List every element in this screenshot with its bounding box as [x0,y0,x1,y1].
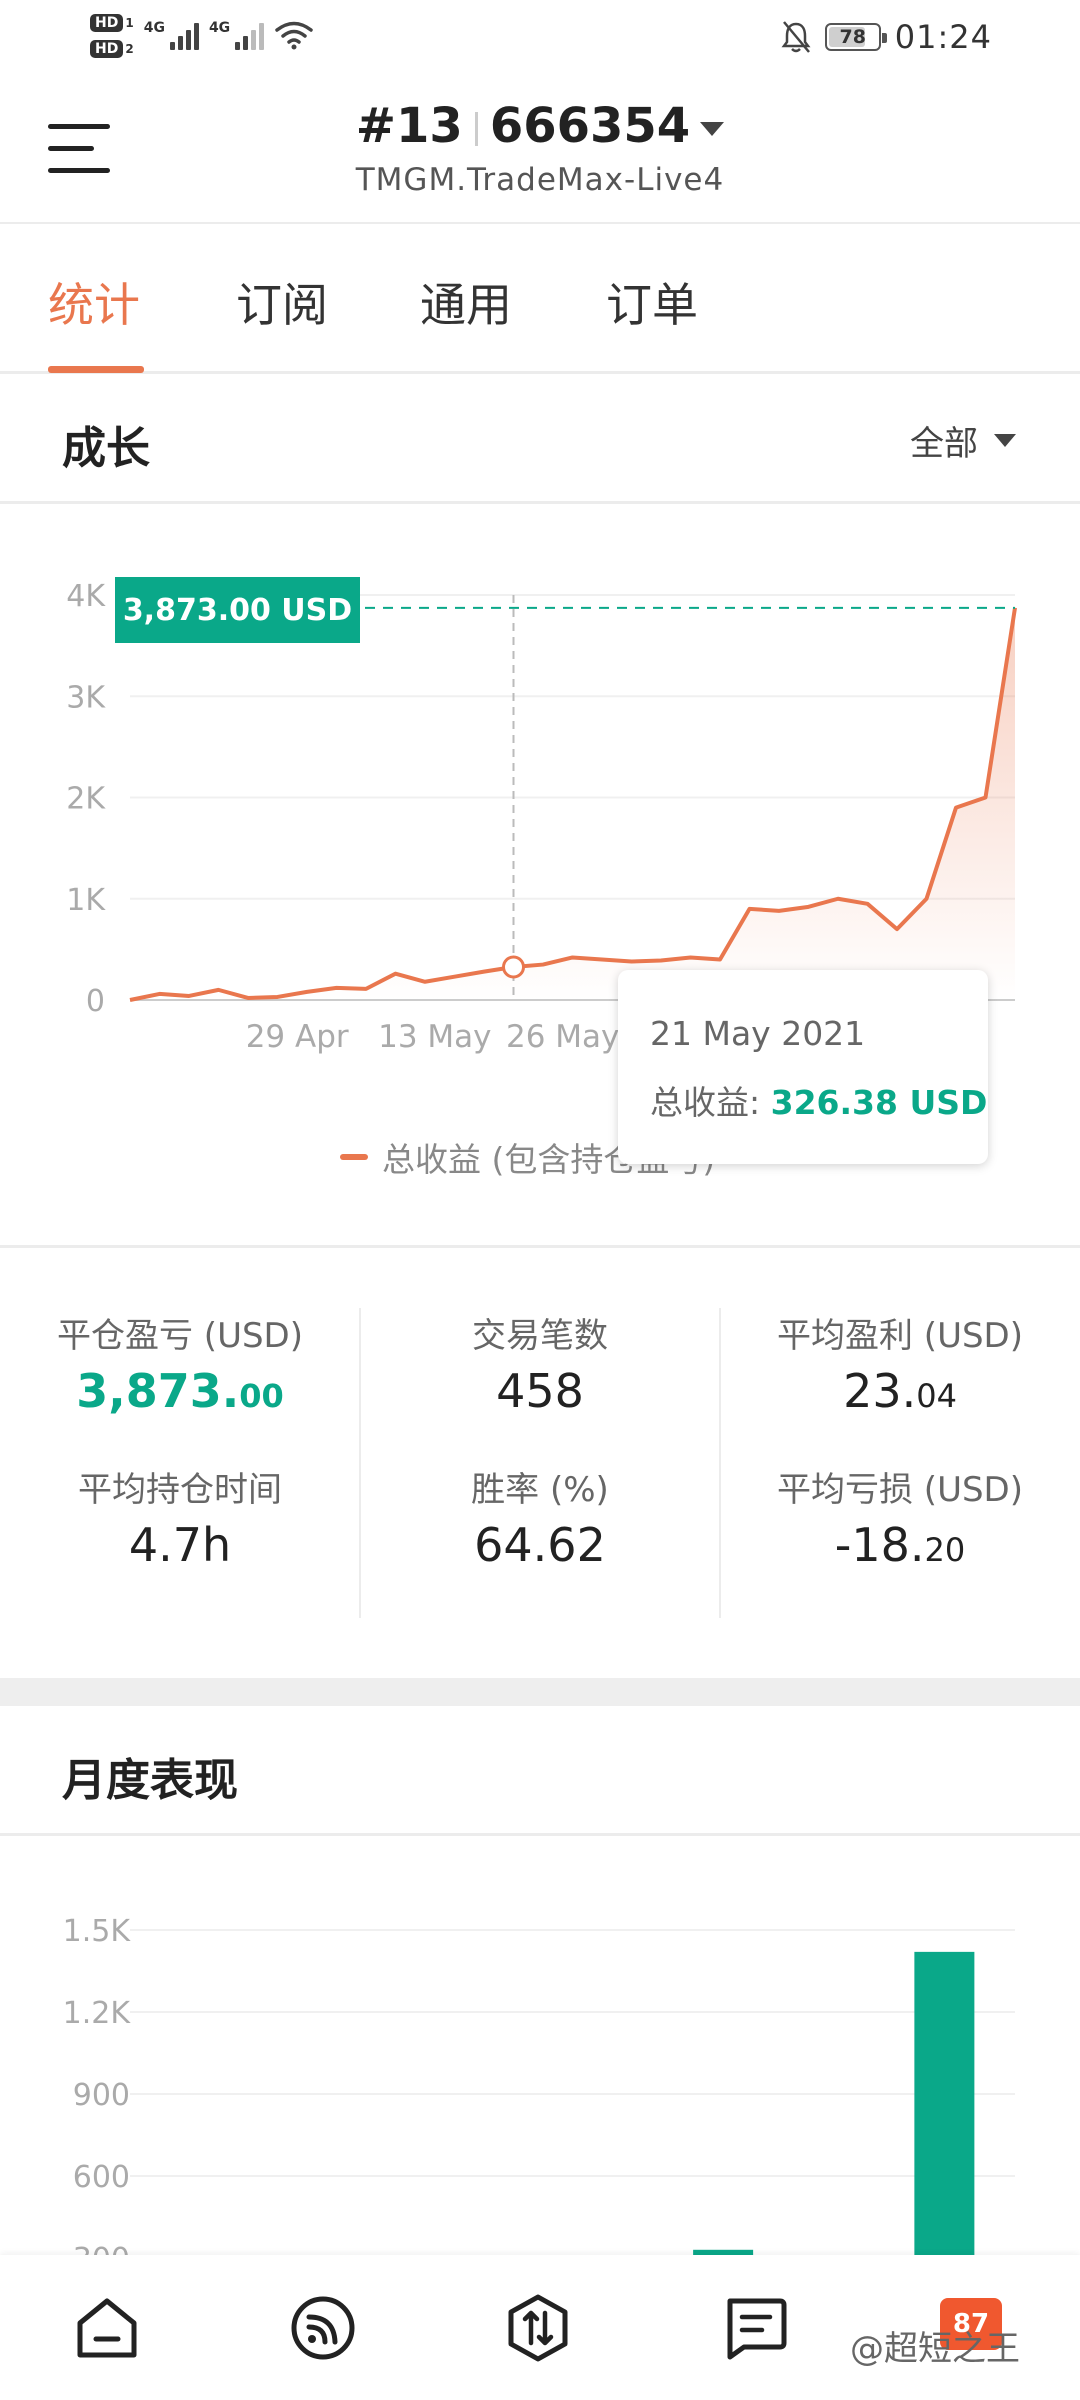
network-2-label: 4G [208,20,231,36]
tab-general[interactable]: 通用 [420,269,512,335]
growth-title: 成长 [62,423,150,474]
monthly-title: 月度表现 [62,1755,238,1806]
x-tick-label: 29 Apr [246,1019,349,1055]
stat-value-main: 23. [843,1364,917,1418]
battery-level: 78 [839,26,866,48]
status-bar: HD 1 HD 2 4G 4G 78 01:24 [0,0,1080,80]
signal-feed-icon[interactable] [288,2293,358,2363]
period-selector[interactable]: 全部 [910,416,1016,465]
account-separator [474,112,478,146]
stats-grid: 平仓盈亏 (USD) 3,873.00 平均持仓时间 4.7h 交易笔数 458… [0,1245,1080,1680]
battery-icon: 78 [824,23,887,51]
stat-value: -18.20 [720,1518,1080,1580]
caret-down-icon [700,122,725,136]
stats-column-3: 平均盈利 (USD) 23.04 平均亏损 (USD) -18.20 [720,1308,1080,1580]
period-selector-label: 全部 [910,424,978,464]
stat-value-decimals: 04 [916,1377,957,1415]
bottom-nav: 87 @超短之王 [0,2255,1080,2400]
stat-value: 458 [360,1364,720,1426]
y-tick-label: 1K [66,883,106,918]
message-icon[interactable] [720,2293,790,2363]
growth-header: 成长 全部 [0,374,1080,504]
network-1-label: 4G [143,20,165,36]
stat-label: 平均亏损 (USD) [777,1470,1023,1510]
bell-muted-icon [781,21,811,53]
status-time: 01:24 [894,18,992,56]
stat-value: 23.04 [720,1364,1080,1426]
wifi-icon [275,21,313,50]
tooltip-label: 总收益: [650,1083,761,1122]
monthly-chart[interactable]: 300 600 900 1.2K 1.5K [0,1840,1080,2340]
y-tick-label: 1.2K [63,1996,132,2031]
sim1-indicator: HD 1 [90,12,134,32]
y-tick-label: 4K [66,579,106,614]
stat-value: 64.62 [360,1518,720,1580]
monthly-header: 月度表现 [0,1706,1080,1836]
stat-value-decimals: 00 [239,1377,284,1415]
y-tick-label: 600 [73,2160,130,2195]
y-tick-label: 3K [66,680,106,715]
stat-label: 胜率 (%) [471,1470,609,1510]
sim2-number: 2 [125,42,134,56]
stat-label: 平均盈利 (USD) [777,1316,1023,1356]
bar [914,1951,975,2340]
tab-stats[interactable]: 统计 [48,269,140,335]
trade-icon[interactable] [503,2293,573,2363]
status-left: HD 1 HD 2 4G 4G [90,12,314,58]
tab-bar: 统计 订阅 通用 订单 [0,222,1080,374]
series-area [130,607,1015,1000]
y-tick-label: 1.5K [63,1914,132,1949]
signal-1-icon: 4G [144,20,199,50]
legend-swatch [340,1154,368,1160]
sim-indicators: HD 1 HD 2 [90,12,134,58]
y-tick-label: 2K [66,782,106,817]
stat-value-main: -18. [834,1518,925,1572]
tooltip-value: 326.38 USD [770,1083,988,1122]
stat-value-main: 4.7h [128,1518,232,1572]
peak-value-label: 3,873.00 USD [115,577,360,643]
x-tick-label: 13 May [378,1019,491,1055]
sim2-hd-label: HD [90,40,124,58]
sim1-number: 1 [125,16,134,30]
stat-label: 平均持仓时间 [78,1470,282,1510]
sim2-indicator: HD 2 [90,38,134,58]
stat-label: 交易笔数 [472,1316,608,1356]
stat-value-decimals: 20 [924,1531,966,1569]
app-header: #13 666354 TMGM.TradeMax-Live4 [0,80,1080,220]
stat-value: 4.7h [0,1518,360,1580]
tab-subscribe[interactable]: 订阅 [236,269,328,335]
account-number: 666354 [489,98,691,154]
tab-orders[interactable]: 订单 [606,269,698,335]
stat-value-main: 458 [496,1364,584,1418]
signal-2-icon: 4G [208,20,265,50]
stat-value-main: 3,873. [76,1364,240,1418]
watermark: @超短之王 [850,2329,1020,2369]
highlight-point [502,955,525,979]
y-tick-label: 0 [86,984,105,1019]
sim1-hd-label: HD [90,14,124,32]
monthly-chart-svg[interactable]: 3006009001.2K1.5K [0,1840,1080,2340]
active-tab-indicator [48,366,144,373]
chart-tooltip: 21 May 2021 总收益: 326.38 USD [618,970,988,1164]
server-name: TMGM.TradeMax-Live4 [355,162,725,198]
y-tick-label: 900 [73,2078,130,2113]
status-right: 78 01:24 [781,18,992,56]
account-selector[interactable]: #13 666354 [0,98,1080,154]
stats-column-1: 平仓盈亏 (USD) 3,873.00 平均持仓时间 4.7h [0,1308,360,1580]
stat-value: 3,873.00 [0,1364,360,1426]
stat-label: 平仓盈亏 (USD) [57,1316,303,1356]
stats-column-2: 交易笔数 458 胜率 (%) 64.62 [360,1308,720,1580]
stat-value-main: 64.62 [474,1518,606,1572]
x-tick-label: 26 May [506,1019,619,1055]
section-separator [0,1678,1080,1706]
tooltip-row: 总收益: 326.38 USD [650,1076,987,1124]
caret-down-icon [994,434,1016,447]
account-index: #13 [355,98,463,154]
home-icon[interactable] [72,2293,142,2363]
app-screen: HD 1 HD 2 4G 4G 78 01:24 #13 666354 TMGM… [0,0,1080,2400]
tooltip-date: 21 May 2021 [650,1014,866,1053]
